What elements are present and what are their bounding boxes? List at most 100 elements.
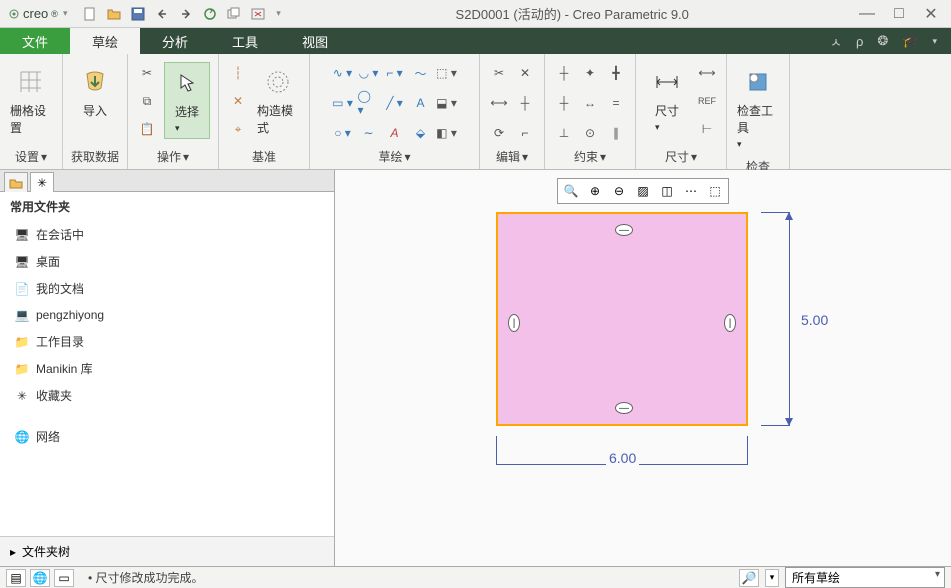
- undo-icon[interactable]: [151, 3, 173, 25]
- import-button[interactable]: 导入: [72, 62, 118, 123]
- thicken-tool-icon[interactable]: ⬓ ▾: [436, 92, 458, 114]
- rectangle-tool-icon[interactable]: ▭ ▾: [332, 92, 354, 114]
- tab-tools[interactable]: 工具: [210, 28, 280, 54]
- folder-favorites[interactable]: ✳收藏夹: [10, 382, 324, 409]
- tab-analysis[interactable]: 分析: [140, 28, 210, 54]
- learning-icon[interactable]: 🎓: [902, 33, 918, 49]
- selection-filter-combo[interactable]: 所有草绘: [785, 567, 945, 588]
- rotate-icon[interactable]: ⟳: [488, 122, 510, 144]
- text-tool-icon[interactable]: A: [410, 92, 432, 114]
- text-format-icon[interactable]: A: [384, 122, 406, 144]
- equal-constraint-icon[interactable]: =: [605, 92, 627, 114]
- tab-sketch[interactable]: 草绘: [70, 28, 140, 54]
- palette-tool-icon[interactable]: ◧ ▾: [436, 122, 458, 144]
- arc-tool-icon[interactable]: ◡ ▾: [358, 62, 380, 84]
- sb-panel-icon[interactable]: ▭: [54, 569, 74, 587]
- fillet-tool-icon[interactable]: ⌐ ▾: [384, 62, 406, 84]
- tab-view[interactable]: 视图: [280, 28, 350, 54]
- sb-browser-icon[interactable]: 🌐: [30, 569, 50, 587]
- zoom-out-icon[interactable]: ⊖: [608, 181, 630, 201]
- baseline-dim-icon[interactable]: ⟷: [696, 62, 718, 84]
- group-settings-label[interactable]: 设置 ▾: [15, 144, 47, 169]
- zoom-in-icon[interactable]: ⊕: [584, 181, 606, 201]
- windows-icon[interactable]: [223, 3, 245, 25]
- horizontal-constraint-icon[interactable]: ┼: [553, 92, 575, 114]
- spline-tool-icon[interactable]: 〜: [410, 62, 432, 84]
- parallel-constraint-icon[interactable]: ∥: [605, 122, 627, 144]
- folder-working-dir[interactable]: 📁工作目录: [10, 328, 324, 355]
- view-manager-icon[interactable]: ⬚: [704, 181, 726, 201]
- favorites-tab[interactable]: ✳: [30, 172, 54, 192]
- graphics-canvas[interactable]: 🔍 ⊕ ⊖ ▨ ◫ ⋯ ⬚ — — | | 5.00 6.00: [335, 170, 951, 566]
- constraint-vertical-left[interactable]: |: [508, 314, 520, 332]
- help-dropdown-icon[interactable]: ▾: [932, 36, 937, 47]
- sb-find-dropdown[interactable]: ▾: [765, 569, 779, 587]
- minimize-button[interactable]: —: [859, 6, 875, 22]
- zoom-fit-icon[interactable]: 🔍: [560, 181, 582, 201]
- group-sketch-label[interactable]: 草绘 ▾: [378, 144, 410, 169]
- constraint-horizontal-bottom[interactable]: —: [615, 402, 633, 414]
- constraint-horizontal-top[interactable]: —: [615, 224, 633, 236]
- help-settings-icon[interactable]: ❂: [877, 33, 888, 49]
- paste-icon[interactable]: 📋: [136, 118, 158, 140]
- search-help-icon[interactable]: ρ: [856, 34, 863, 49]
- dimension-width-value[interactable]: 6.00: [606, 450, 639, 466]
- dimension-height[interactable]: 5.00: [775, 212, 815, 426]
- qat-dropdown-icon[interactable]: ▾: [271, 3, 285, 25]
- sb-find-icon[interactable]: 🔎: [739, 569, 759, 587]
- point-icon[interactable]: ✕: [227, 90, 249, 112]
- select-button[interactable]: 选择▾: [164, 62, 210, 139]
- close-window-icon[interactable]: [247, 3, 269, 25]
- folder-desktop[interactable]: 🖥桌面: [10, 248, 324, 275]
- folder-tree-toggle[interactable]: ▸ 文件夹树: [0, 536, 334, 566]
- ellipse-tool-icon[interactable]: ◯ ▾: [358, 92, 380, 114]
- circle-tool-icon[interactable]: ○ ▾: [332, 122, 354, 144]
- folder-user[interactable]: 💻pengzhiyong: [10, 302, 324, 328]
- line-tool-icon[interactable]: ∿ ▾: [332, 62, 354, 84]
- inspect-tools-button[interactable]: 检查工具▾: [735, 62, 781, 154]
- dimension-button[interactable]: 尺寸▾: [644, 62, 690, 137]
- open-folder-icon[interactable]: [103, 3, 125, 25]
- group-constraints-label[interactable]: 约束 ▾: [574, 144, 606, 169]
- folder-in-session[interactable]: 🖥在会话中: [10, 221, 324, 248]
- dimension-height-value[interactable]: 5.00: [801, 312, 828, 328]
- project-tool-icon[interactable]: ⬙: [410, 122, 432, 144]
- grid-settings-button[interactable]: 栅格设置: [8, 62, 54, 140]
- curve-tool-icon[interactable]: ∼: [358, 122, 380, 144]
- midpoint-constraint-icon[interactable]: ╋: [605, 62, 627, 84]
- redo-icon[interactable]: [175, 3, 197, 25]
- chamfer-tool-icon[interactable]: ╱ ▾: [384, 92, 406, 114]
- symmetric-constraint-icon[interactable]: ↔: [579, 92, 601, 114]
- regenerate-icon[interactable]: [199, 3, 221, 25]
- coord-sys-icon[interactable]: ⌖: [227, 118, 249, 140]
- group-edit-label[interactable]: 编辑 ▾: [496, 144, 528, 169]
- sketch-rectangle[interactable]: — — | |: [496, 212, 748, 426]
- sb-model-tree-icon[interactable]: ▤: [6, 569, 26, 587]
- maximize-button[interactable]: □: [891, 6, 907, 22]
- dimension-width[interactable]: 6.00: [496, 450, 748, 480]
- trim-icon[interactable]: ✂: [488, 62, 510, 84]
- tab-file[interactable]: 文件: [0, 28, 70, 54]
- copy-icon[interactable]: ⧉: [136, 90, 158, 112]
- offset-tool-icon[interactable]: ⬚ ▾: [436, 62, 458, 84]
- construction-mode-button[interactable]: 构造模式: [255, 62, 301, 140]
- coincident-constraint-icon[interactable]: ⊙: [579, 122, 601, 144]
- tangent-constraint-icon[interactable]: ✦: [579, 62, 601, 84]
- display-style-icon[interactable]: ◫: [656, 181, 678, 201]
- corner-icon[interactable]: ⌐: [514, 122, 536, 144]
- folder-documents[interactable]: 📄我的文档: [10, 275, 324, 302]
- saved-views-icon[interactable]: ⋯: [680, 181, 702, 201]
- folder-browser-tab[interactable]: [4, 172, 28, 192]
- close-button[interactable]: ✕: [923, 6, 939, 22]
- ribbon-collapse-icon[interactable]: ㅅ: [830, 32, 842, 51]
- repaint-icon[interactable]: ▨: [632, 181, 654, 201]
- mirror-icon[interactable]: ⟷: [488, 92, 510, 114]
- divide-icon[interactable]: ┼: [514, 92, 536, 114]
- save-icon[interactable]: [127, 3, 149, 25]
- cut-icon[interactable]: ✂: [136, 62, 158, 84]
- ordinate-dim-icon[interactable]: ⊢: [696, 118, 718, 140]
- group-dimension-label[interactable]: 尺寸 ▾: [665, 144, 697, 169]
- folder-network[interactable]: 🌐网络: [10, 423, 324, 450]
- group-operations-label[interactable]: 操作 ▾: [157, 144, 189, 169]
- delete-segment-icon[interactable]: ✕: [514, 62, 536, 84]
